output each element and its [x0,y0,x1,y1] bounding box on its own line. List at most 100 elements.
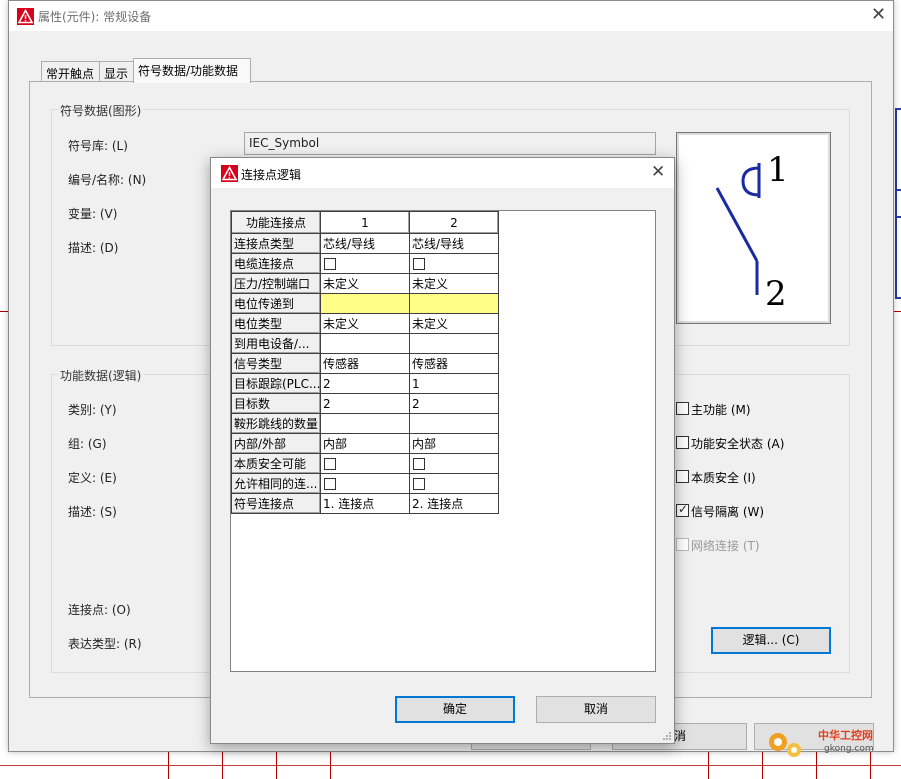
connection-points-label: 连接点: (O) [68,603,131,617]
dialog-close-icon[interactable]: ✕ [651,162,665,182]
watermark-url: gkong.com [824,744,874,754]
network-connection-label: 网络连接 (T) [691,539,760,553]
network-connection-checkbox[interactable] [676,538,689,551]
cell-checkbox[interactable] [413,458,425,470]
row-label: 电位类型 [231,313,321,334]
table-cell[interactable]: 2 [320,393,410,414]
cad-blue-line [895,108,897,298]
description-label: 描述: (D) [68,241,119,255]
variant-label: 变量: (V) [68,207,118,221]
table-row: 电缆连接点 [231,253,499,274]
column-header-corner: 功能连接点 [231,211,321,234]
table-cell[interactable]: 2 [320,373,410,394]
intrinsic-safety-checkbox[interactable] [676,470,689,483]
dialog-cancel-button[interactable]: 取消 [536,696,656,723]
tab-display[interactable]: 显示 [99,61,134,83]
watermark-logo: 中华工控网 gkong.com [760,724,900,764]
row-label: 电缆连接点 [231,253,321,274]
table-cell[interactable]: 未定义 [409,313,499,334]
column-header-2[interactable]: 2 [409,211,499,234]
table-cell[interactable]: 芯线/导线 [409,233,499,254]
symbol-preview: 1 2 [676,132,831,324]
cad-blue-line [895,108,901,110]
table-cell[interactable] [409,473,499,494]
column-header-1[interactable]: 1 [320,211,410,234]
table-cell[interactable]: 2 [409,393,499,414]
cad-line [708,752,709,779]
preview-label-1: 1 [767,150,789,190]
table-cell[interactable]: 内部 [409,433,499,454]
window-title: 属性(元件): 常规设备 [38,10,152,24]
cad-blue-line [895,297,901,299]
table-cell[interactable]: 未定义 [320,273,410,294]
table-cell[interactable]: 传感器 [409,353,499,374]
table-row: 到用电设备/... [231,333,499,354]
check-icon: ✓ [678,502,689,516]
functional-safety-checkbox[interactable] [676,436,689,449]
table-cell[interactable] [409,453,499,474]
dialog-titlebar: 连接点逻辑 ✕ [211,158,674,188]
table-cell[interactable]: 内部 [320,433,410,454]
table-cell[interactable]: 2. 连接点 [409,493,499,514]
cell-checkbox[interactable] [324,458,336,470]
table-cell[interactable] [320,453,410,474]
dialog-ok-button[interactable]: 确定 [395,696,515,723]
row-label: 目标跟踪(PLC... [231,373,321,394]
table-cell[interactable] [320,413,410,434]
row-label: 压力/控制端口 [231,273,321,294]
table-cell[interactable] [409,253,499,274]
row-label: 信号类型 [231,353,321,374]
table-cell[interactable]: 1 [409,373,499,394]
cell-checkbox[interactable] [413,478,425,490]
cad-blue-line [895,189,901,191]
table-cell[interactable]: 传感器 [320,353,410,374]
row-label: 电位传递到 [231,293,321,314]
table-cell[interactable]: 未定义 [320,313,410,334]
table-header-row: 功能连接点 1 2 [231,211,499,234]
table-cell[interactable]: 1. 连接点 [320,493,410,514]
main-function-checkbox[interactable] [676,402,689,415]
logic-button[interactable]: 逻辑... (C) [711,627,831,654]
table-cell[interactable]: 未定义 [409,273,499,294]
cell-checkbox[interactable] [413,258,425,270]
preview-label-2: 2 [765,274,787,314]
symbol-group-title: 符号数据(图形) [58,102,144,119]
tab-no-contact[interactable]: 常开触点 [41,61,100,83]
signal-isolation-checkbox[interactable]: ✓ [676,502,689,517]
intrinsic-safety-label: 本质安全 (I) [691,471,756,485]
cell-checkbox[interactable] [324,478,336,490]
table-cell[interactable] [320,293,410,314]
resize-grip-icon[interactable] [662,731,672,741]
symbol-library-label: 符号库: (L) [68,139,128,153]
symbol-library-field[interactable]: IEC_Symbol [244,132,656,155]
function-description-label: 描述: (S) [68,505,117,519]
table-row: 目标跟踪(PLC... 2 1 [231,373,499,394]
row-label: 连接点类型 [231,233,321,254]
cad-line [894,311,901,312]
table-cell[interactable] [409,413,499,434]
signal-isolation-label: 信号隔离 (W) [691,505,765,519]
table-row: 内部/外部 内部 内部 [231,433,499,454]
table-row: 电位传递到 [231,293,499,314]
table-cell[interactable] [409,293,499,314]
tab-symbol-function-data[interactable]: 符号数据/功能数据 [133,58,251,83]
table-cell[interactable] [409,333,499,354]
table-row: 鞍形跳线的数量 [231,413,499,434]
table-row: 允许相同的连... [231,473,499,494]
main-function-label: 主功能 (M) [691,403,751,417]
table-row: 压力/控制端口 未定义 未定义 [231,273,499,294]
table-row: 信号类型 传感器 传感器 [231,353,499,374]
table-cell[interactable]: 芯线/导线 [320,233,410,254]
row-label: 鞍形跳线的数量 [231,413,321,434]
table-cell[interactable] [320,253,410,274]
cad-line [0,311,8,312]
table-row: 电位类型 未定义 未定义 [231,313,499,334]
close-icon[interactable]: ✕ [871,4,886,25]
cad-line [0,765,901,766]
cad-line [330,752,331,779]
table-cell[interactable] [320,473,410,494]
cad-line [222,752,223,779]
definition-label: 定义: (E) [68,471,117,485]
cell-checkbox[interactable] [324,258,336,270]
table-cell[interactable] [320,333,410,354]
